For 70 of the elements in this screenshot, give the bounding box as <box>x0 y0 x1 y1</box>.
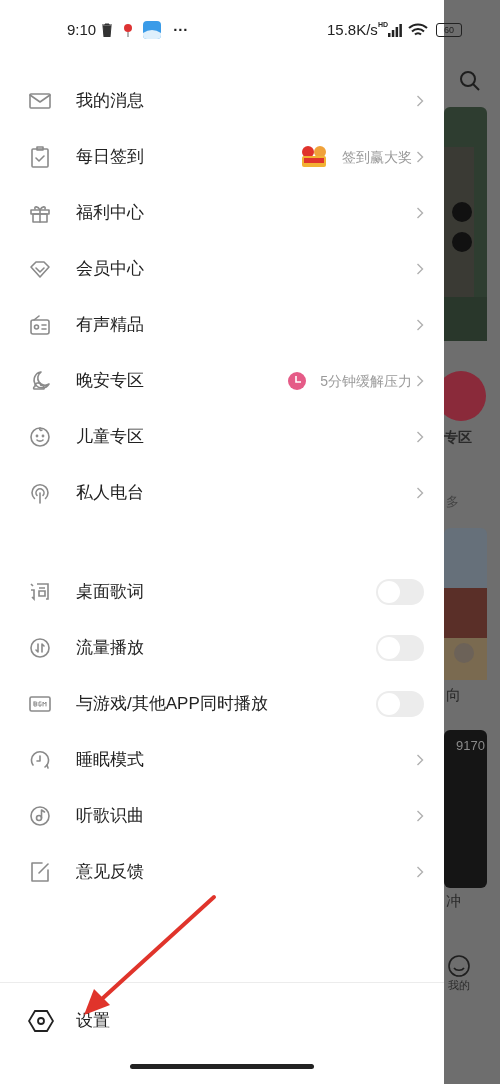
menu-label: 私人电台 <box>76 482 144 505</box>
promo-text: 签到赢大奖 <box>342 147 412 167</box>
clock-icon <box>28 748 52 772</box>
menu-item[interactable]: 听歌识曲 <box>0 788 444 844</box>
chevron-right-icon <box>416 754 424 766</box>
chevron-right-icon <box>416 95 424 107</box>
network-speed: 15.8K/s <box>327 19 378 40</box>
menu-label: 晚安专区 <box>76 370 144 393</box>
menu-label: 设置 <box>76 1010 110 1033</box>
lyrics-icon <box>28 580 52 604</box>
baby-face-icon <box>28 425 52 449</box>
search-icon <box>459 70 481 92</box>
menu-label: 睡眠模式 <box>76 749 144 772</box>
chevron-right-icon <box>416 319 424 331</box>
radio-icon <box>28 313 52 337</box>
menu-label: 会员中心 <box>76 258 144 281</box>
menu-item[interactable]: 每日签到 签到赢大奖 <box>0 129 444 185</box>
map-pin-icon <box>123 22 134 38</box>
promo-text: 5分钟缓解压力 <box>320 371 412 391</box>
menu-item[interactable]: 有声精品 <box>0 297 444 353</box>
menu-item[interactable]: 睡眠模式 <box>0 732 444 788</box>
category-label: 专区 <box>444 428 472 447</box>
chevron-right-icon <box>416 375 424 387</box>
menu-item[interactable]: 儿童专区 <box>0 409 444 465</box>
status-time: 9:10 <box>67 19 97 40</box>
music-note-icon <box>28 804 52 828</box>
menu-item[interactable]: 流量播放 <box>0 620 444 676</box>
signal-icon <box>388 23 402 37</box>
tab-label: 我的 <box>448 977 470 993</box>
wifi-icon <box>408 22 428 38</box>
user-icon <box>448 954 470 977</box>
chevron-right-icon <box>416 207 424 219</box>
settings-item[interactable]: 设置 <box>0 993 444 1049</box>
chevron-right-icon <box>416 431 424 443</box>
broadcast-icon <box>28 481 52 505</box>
menu-item[interactable]: 私人电台 <box>0 465 444 521</box>
play-count: 9170 <box>456 737 485 755</box>
menu-label: 意见反馈 <box>76 861 144 884</box>
card-title: 冲 <box>446 891 461 911</box>
menu-label: 儿童专区 <box>76 426 144 449</box>
chevron-right-icon <box>416 151 424 163</box>
menu-label: 桌面歌词 <box>76 581 144 604</box>
data-arrows-icon <box>28 636 52 660</box>
menu-label: 与游戏/其他APP同时播放 <box>76 693 268 716</box>
menu-item[interactable]: 福利中心 <box>0 185 444 241</box>
menu-label: 福利中心 <box>76 202 144 225</box>
menu-label: 有声精品 <box>76 314 144 337</box>
chevron-right-icon <box>416 263 424 275</box>
menu-item[interactable]: 意见反馈 <box>0 844 444 900</box>
menu-item[interactable]: 晚安专区 5分钟缓解压力 <box>0 353 444 409</box>
chevron-right-icon <box>416 810 424 822</box>
menu-item[interactable]: 与游戏/其他APP同时播放 <box>0 676 444 732</box>
trash-icon <box>101 23 114 37</box>
edit-square-icon <box>28 860 52 884</box>
menu-item[interactable]: 会员中心 <box>0 241 444 297</box>
app-icon <box>143 21 162 39</box>
more-notifications: ··· <box>173 19 189 40</box>
chevron-right-icon <box>416 487 424 499</box>
chevron-right-icon <box>416 866 424 878</box>
menu-label: 流量播放 <box>76 637 144 660</box>
menu-item[interactable]: 我的消息 <box>0 73 444 129</box>
menu-label: 每日签到 <box>76 146 144 169</box>
menu-label: 我的消息 <box>76 90 144 113</box>
menu-item[interactable]: 桌面歌词 <box>0 564 444 620</box>
card-title: 向 <box>446 684 461 705</box>
clipboard-check-icon <box>28 145 52 169</box>
menu-label: 听歌识曲 <box>76 805 144 828</box>
settings-icon <box>28 1009 54 1033</box>
gift-box-icon <box>300 145 328 169</box>
clock-icon <box>288 372 307 390</box>
